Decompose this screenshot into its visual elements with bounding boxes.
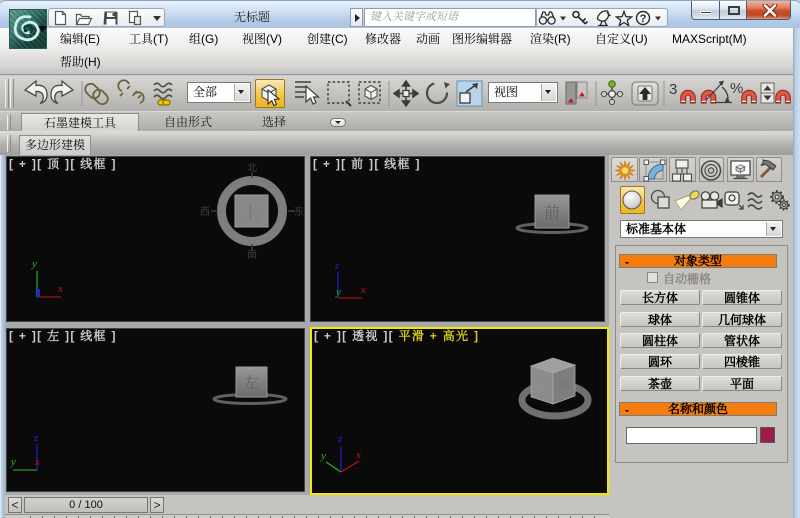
svg-text:z: z xyxy=(334,260,340,272)
svg-text:y: y xyxy=(335,286,341,298)
svg-text:东: 东 xyxy=(294,203,304,218)
svg-text:y: y xyxy=(31,258,37,270)
svg-text:左: 左 xyxy=(536,376,548,393)
svg-text:南: 南 xyxy=(247,246,257,261)
svg-text:上: 上 xyxy=(243,199,260,224)
svg-text:%: % xyxy=(730,80,743,97)
svg-text:x: x xyxy=(360,284,366,296)
svg-text:z: z xyxy=(337,433,343,445)
svg-text:y: y xyxy=(320,450,326,462)
svg-text:x: x xyxy=(34,456,40,468)
svg-text:前: 前 xyxy=(558,375,570,392)
svg-text:x: x xyxy=(355,449,361,461)
svg-text:z: z xyxy=(33,432,39,444)
svg-text:西: 西 xyxy=(200,203,210,218)
svg-text:左: 左 xyxy=(243,372,258,393)
svg-text:y: y xyxy=(10,456,16,468)
svg-text:?: ? xyxy=(640,13,647,25)
svg-text:3: 3 xyxy=(669,81,677,98)
svg-text:北: 北 xyxy=(247,159,257,174)
svg-text:x: x xyxy=(57,283,63,295)
svg-text:前: 前 xyxy=(544,200,560,223)
